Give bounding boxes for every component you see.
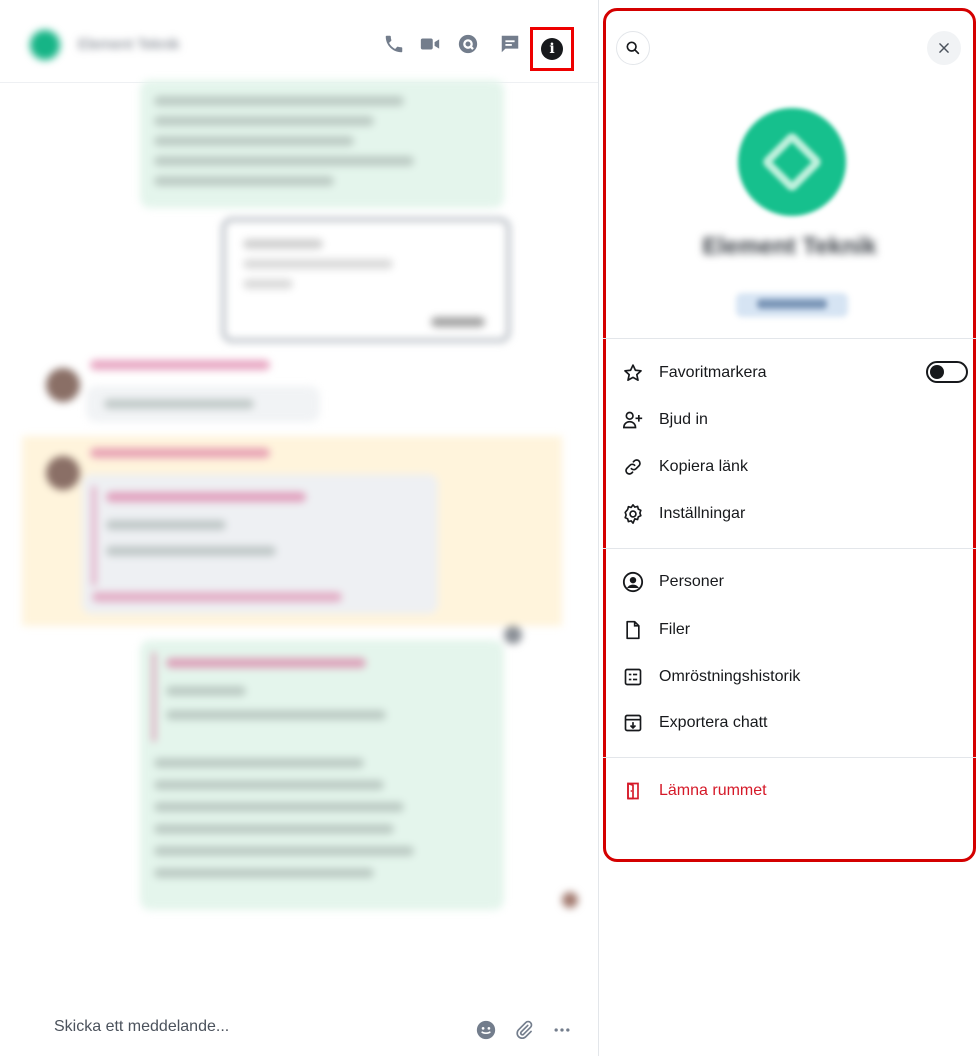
menu-item-favourite[interactable]: Favoritmarkera [606, 351, 973, 395]
divider [603, 338, 976, 339]
menu-item-poll-history[interactable]: Omröstningshistorik [606, 655, 973, 699]
menu-item-label: Bjud in [659, 411, 708, 428]
more-icon[interactable] [550, 1018, 574, 1042]
menu-item-people[interactable]: Personer [606, 560, 973, 604]
menu-item-label: Personer [659, 573, 724, 590]
chat-timeline-column: Element Teknik i [0, 0, 598, 1056]
threads-icon[interactable] [454, 30, 482, 58]
image-message[interactable] [222, 218, 510, 342]
avatar[interactable] [46, 368, 80, 402]
menu-item-invite[interactable]: Bjud in [606, 398, 973, 442]
gear-icon [622, 503, 644, 525]
star-icon [622, 362, 644, 384]
invite-user-icon [622, 409, 644, 431]
highlighted-message[interactable] [22, 436, 562, 626]
room-title: Element Teknik [702, 233, 877, 260]
menu-item-label: Lämna rummet [659, 782, 767, 799]
menu-item-label: Exportera chatt [659, 714, 768, 731]
menu-item-label: Inställningar [659, 505, 746, 522]
close-icon [939, 43, 949, 53]
file-icon [622, 619, 644, 641]
export-icon [622, 712, 644, 734]
menu-item-label: Omröstningshistorik [659, 668, 801, 685]
room-avatar-large[interactable] [738, 108, 846, 216]
room-avatar[interactable] [30, 30, 60, 60]
attach-icon[interactable] [512, 1018, 536, 1042]
room-name[interactable]: Element Teknik [78, 36, 179, 53]
menu-item-copy-link[interactable]: Kopiera länk [606, 445, 973, 489]
menu-item-label: Kopiera länk [659, 458, 748, 475]
leave-door-icon [622, 780, 644, 802]
menu-item-label: Favoritmarkera [659, 364, 767, 381]
room-info-button[interactable]: i [530, 27, 574, 71]
poll-icon [622, 666, 644, 688]
menu-item-leave-room[interactable]: Lämna rummet [606, 769, 973, 813]
menu-item-files[interactable]: Filer [606, 608, 973, 652]
phone-icon[interactable] [380, 30, 408, 58]
search-icon [626, 41, 640, 55]
emoji-icon[interactable] [474, 1018, 498, 1042]
person-icon [622, 571, 644, 593]
close-button[interactable] [927, 31, 961, 65]
message-bubble[interactable] [140, 80, 504, 208]
chat-icon[interactable] [496, 30, 524, 58]
menu-item-export-chat[interactable]: Exportera chatt [606, 701, 973, 745]
menu-item-label: Filer [659, 621, 691, 638]
panel-divider [598, 0, 599, 1056]
divider [603, 757, 976, 758]
link-icon [622, 456, 644, 478]
message-composer [0, 1000, 598, 1056]
video-icon[interactable] [416, 30, 444, 58]
menu-item-settings[interactable]: Inställningar [606, 492, 973, 536]
room-info-panel: Element Teknik Favoritmarkera Bjud in Ko… [603, 8, 976, 862]
message-bubble[interactable] [140, 640, 504, 910]
message-input[interactable] [54, 1018, 454, 1036]
divider [603, 548, 976, 549]
favourite-toggle[interactable] [926, 361, 968, 383]
room-header: Element Teknik i [0, 0, 598, 83]
search-button[interactable] [616, 31, 650, 65]
encryption-badge [736, 293, 848, 317]
info-icon: i [541, 38, 563, 60]
message-bubble[interactable] [86, 386, 320, 422]
